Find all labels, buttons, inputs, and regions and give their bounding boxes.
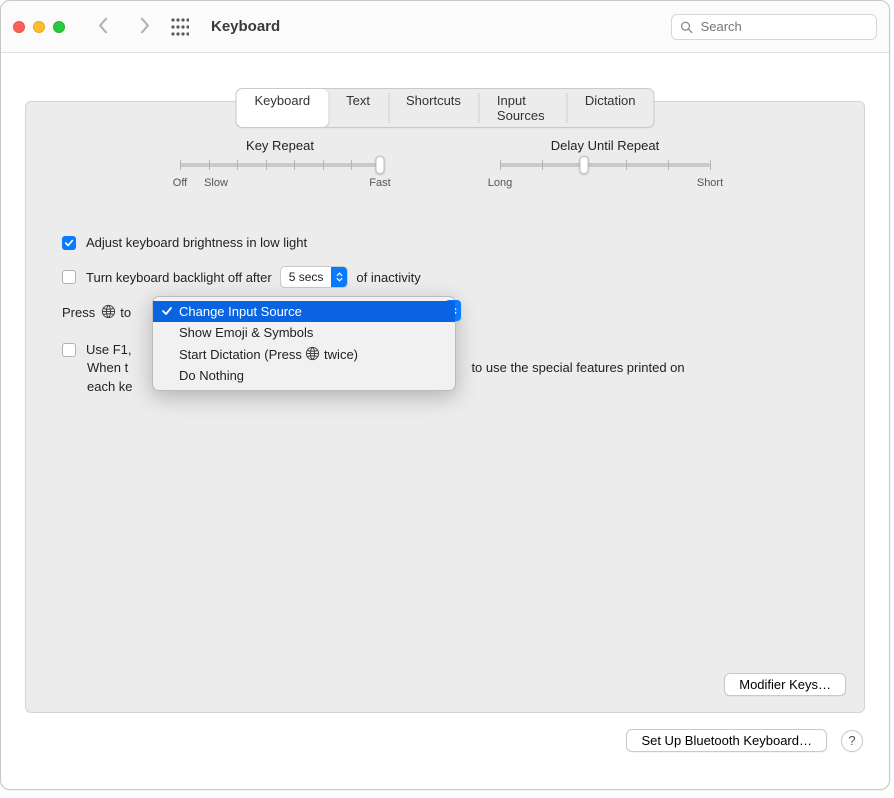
search-icon <box>680 20 693 34</box>
tab-input-sources[interactable]: Input Sources <box>479 89 567 127</box>
close-button[interactable] <box>13 21 25 33</box>
globe-icon <box>305 346 320 361</box>
delay-repeat-group: Delay Until Repeat Long Short <box>500 138 710 191</box>
form-area: Adjust keyboard brightness in low light … <box>26 191 864 397</box>
kr-label-slow: Slow <box>204 177 228 189</box>
check-icon <box>161 305 173 317</box>
row-adjust-brightness: Adjust keyboard brightness in low light <box>62 235 828 250</box>
label-adjust-brightness: Adjust keyboard brightness in low light <box>86 235 307 250</box>
check-icon <box>64 238 74 248</box>
dr-label-long: Long <box>488 177 512 189</box>
search-field[interactable] <box>671 14 877 40</box>
stepper-icon <box>331 267 347 287</box>
tab-shortcuts[interactable]: Shortcuts <box>388 89 479 127</box>
tab-bar: Keyboard Text Shortcuts Input Sources Di… <box>236 88 655 128</box>
bluetooth-keyboard-button[interactable]: Set Up Bluetooth Keyboard… <box>626 729 827 752</box>
row-backlight-off: Turn keyboard backlight off after 5 secs… <box>62 266 828 288</box>
nav-arrows <box>95 17 153 37</box>
kr-label-off: Off <box>173 177 187 189</box>
page-title: Keyboard <box>211 18 280 35</box>
prefs-window: Keyboard Keyboard Text Shortcuts Input S… <box>0 0 890 790</box>
popup-item-label-prefix: Start Dictation (Press <box>179 347 305 362</box>
zoom-button[interactable] <box>53 21 65 33</box>
tab-keyboard[interactable]: Keyboard <box>237 89 329 127</box>
settings-panel: Keyboard Text Shortcuts Input Sources Di… <box>25 101 865 713</box>
window-controls <box>13 21 65 33</box>
label-backlight-off-after: of inactivity <box>356 270 420 285</box>
checkbox-use-fn[interactable] <box>62 343 76 357</box>
footer-row: Set Up Bluetooth Keyboard… ? <box>25 729 865 752</box>
kr-label-fast: Fast <box>369 177 390 189</box>
popup-item-emoji-symbols[interactable]: Show Emoji & Symbols <box>153 322 455 343</box>
help-button[interactable]: ? <box>841 730 863 752</box>
popup-item-label: Change Input Source <box>179 304 302 319</box>
delay-repeat-thumb[interactable] <box>580 156 589 174</box>
popup-item-start-dictation[interactable]: Start Dictation (Press twice) <box>153 343 455 365</box>
key-repeat-slider[interactable] <box>180 163 380 167</box>
all-prefs-icon[interactable] <box>171 18 189 36</box>
checkbox-backlight-off[interactable] <box>62 270 76 284</box>
backlight-delay-select[interactable]: 5 secs <box>280 266 349 288</box>
row-press-globe: Press to <box>62 304 828 320</box>
minimize-button[interactable] <box>33 21 45 33</box>
key-repeat-group: Key Repeat Off Slow Fast <box>180 138 380 191</box>
dr-label-short: Short <box>697 177 723 189</box>
popup-item-label: Do Nothing <box>179 368 244 383</box>
popup-item-do-nothing[interactable]: Do Nothing <box>153 365 455 386</box>
delay-repeat-ticks <box>500 160 710 170</box>
key-repeat-thumb[interactable] <box>376 156 385 174</box>
label-backlight-off-before: Turn keyboard backlight off after <box>86 270 272 285</box>
modifier-keys-button[interactable]: Modifier Keys… <box>724 673 846 696</box>
forward-button[interactable] <box>136 17 153 37</box>
back-button[interactable] <box>95 17 112 37</box>
content-area: Keyboard Text Shortcuts Input Sources Di… <box>1 53 889 789</box>
tab-text[interactable]: Text <box>328 89 388 127</box>
backlight-delay-value: 5 secs <box>281 270 332 284</box>
globe-action-popup[interactable]: Change Input Source Show Emoji & Symbols… <box>152 296 456 391</box>
titlebar: Keyboard <box>1 1 889 53</box>
globe-icon <box>101 304 116 320</box>
delay-repeat-slider[interactable] <box>500 163 710 167</box>
popup-item-change-input-source[interactable]: Change Input Source <box>153 301 455 322</box>
tab-dictation[interactable]: Dictation <box>567 89 654 127</box>
label-press: Press <box>62 305 95 320</box>
label-to: to <box>120 305 131 320</box>
popup-item-label: Show Emoji & Symbols <box>179 325 313 340</box>
search-input[interactable] <box>699 18 868 35</box>
checkbox-adjust-brightness[interactable] <box>62 236 76 250</box>
delay-repeat-title: Delay Until Repeat <box>500 138 710 153</box>
label-use-fn: Use F1, <box>86 342 132 357</box>
popup-item-label-suffix: twice) <box>320 347 358 362</box>
key-repeat-title: Key Repeat <box>180 138 380 153</box>
key-repeat-ticks <box>180 160 380 170</box>
